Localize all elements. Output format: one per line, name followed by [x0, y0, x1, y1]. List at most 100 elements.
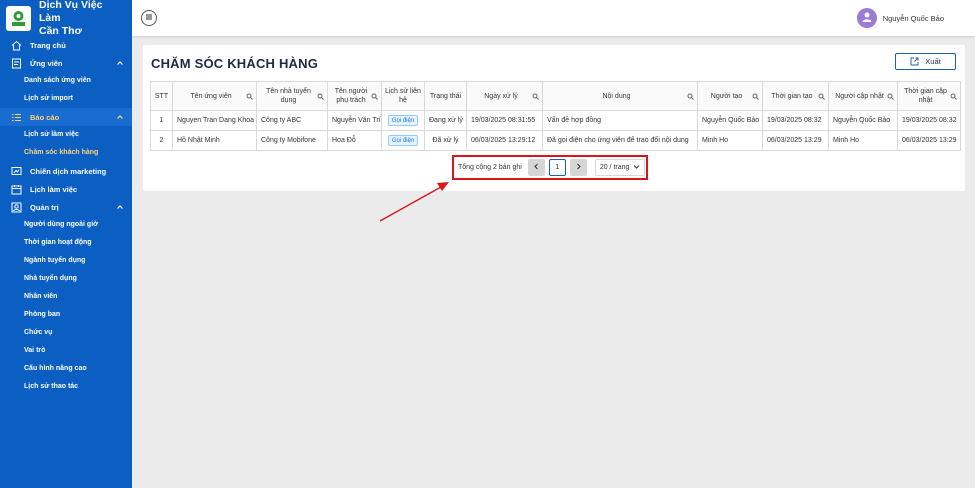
customer-care-table: STT Tên ứng viên Tên nhà tuyển dụng Tên …	[150, 81, 961, 151]
sidebar-item-reports[interactable]: Báo cáo	[0, 108, 132, 126]
column-header-content[interactable]: Nội dung	[542, 81, 698, 111]
column-header-process-date[interactable]: Ngày xử lý	[466, 81, 543, 111]
chevron-down-icon	[633, 163, 640, 172]
brand-title-line1: Dịch Vụ Việc Làm	[39, 0, 103, 24]
column-header-label: Nội dung	[602, 92, 631, 100]
user-menu[interactable]: Nguyễn Quốc Bảo	[856, 8, 944, 28]
sidebar-subitem-roles[interactable]: Vai trò	[0, 342, 132, 360]
chevron-up-icon	[116, 59, 124, 67]
chevron-up-icon	[116, 113, 124, 121]
column-header-candidate[interactable]: Tên ứng viên	[172, 81, 257, 111]
column-header-employer[interactable]: Tên nhà tuyển dụng	[256, 81, 328, 111]
sidebar-item-label: Trang chủ	[30, 40, 66, 50]
cell-employer: Công ty ABC	[256, 110, 328, 131]
search-icon[interactable]	[687, 93, 694, 100]
chevron-right-icon	[575, 163, 582, 172]
sidebar-subitem-after-hours-users[interactable]: Người dùng ngoài giờ	[0, 216, 132, 234]
sidebar-subitem-advanced-config[interactable]: Cấu hình nâng cao	[0, 360, 132, 378]
sidebar-subitem-industries[interactable]: Ngành tuyển dụng	[0, 252, 132, 270]
sidebar-item-label: Lịch làm việc	[30, 184, 78, 194]
top-header: Nguyễn Quốc Bảo	[132, 0, 975, 36]
sidebar-item-label: Chiến dịch marketing	[30, 166, 107, 176]
sidebar-subitem-candidate-list[interactable]: Danh sách ứng viên	[0, 72, 132, 90]
chevron-left-icon	[533, 163, 540, 172]
cell-status: Đã xử lý	[424, 130, 467, 151]
sidebar-nav: Trang chủ Ứng viên Danh sách ứng viên Lị…	[0, 36, 132, 396]
page-number-button[interactable]: 1	[548, 158, 566, 176]
column-header-status: Trạng thái	[424, 81, 467, 111]
column-header-updated-time[interactable]: Thời gian cập nhật	[897, 81, 961, 111]
column-header-label: Tên ứng viên	[190, 92, 232, 100]
next-page-button[interactable]	[569, 158, 587, 176]
document-user-icon	[10, 57, 22, 69]
table-row[interactable]: 2 Hồ Nhật Minh Công ty Mobifone Hoa Đỗ G…	[150, 130, 961, 151]
column-header-label: Trạng thái	[429, 92, 462, 100]
sidebar: Dịch Vụ Việc Làm Cần Thơ Trang chủ Ứng v…	[0, 0, 132, 488]
column-header-label: STT	[154, 92, 169, 100]
brand[interactable]: Dịch Vụ Việc Làm Cần Thơ	[0, 0, 132, 38]
column-header-created-time[interactable]: Thời gian tạo	[762, 81, 829, 111]
sidebar-subitem-action-history[interactable]: Lịch sử thao tác	[0, 378, 132, 396]
search-icon[interactable]	[752, 93, 759, 100]
export-label: Xuất	[925, 57, 941, 66]
cell-candidate: Hồ Nhật Minh	[172, 130, 257, 151]
prev-page-button[interactable]	[527, 158, 545, 176]
sidebar-subitem-employers[interactable]: Nhà tuyển dụng	[0, 270, 132, 288]
search-icon[interactable]	[818, 93, 825, 100]
list-icon	[10, 111, 22, 123]
cell-updated-time: 19/03/2025 08:32	[897, 110, 961, 131]
search-icon[interactable]	[950, 93, 957, 100]
cell-updater: Nguyễn Quốc Bảo	[828, 110, 898, 131]
home-icon	[10, 39, 22, 51]
calendar-icon	[10, 183, 22, 195]
avatar	[856, 8, 877, 28]
sidebar-subitem-positions[interactable]: Chức vụ	[0, 324, 132, 342]
sidebar-item-marketing[interactable]: Chiến dịch marketing	[0, 162, 132, 180]
sidebar-subitem-import-history[interactable]: Lịch sử import	[0, 90, 132, 108]
sidebar-subitem-staff[interactable]: Nhân viên	[0, 288, 132, 306]
column-header-creator[interactable]: Người tạo	[697, 81, 763, 111]
export-button[interactable]: Xuất	[895, 53, 956, 70]
sidebar-item-admin[interactable]: Quản trị	[0, 198, 132, 216]
pagination: Tổng cộng 2 bản ghi 1 20 / trang	[458, 158, 645, 176]
column-header-label: Ngày xử lý	[484, 92, 518, 100]
search-icon[interactable]	[371, 93, 378, 100]
cell-employer: Công ty Mobifone	[256, 130, 328, 151]
admin-icon	[10, 201, 22, 213]
call-tag[interactable]: Gọi điện	[387, 115, 419, 126]
column-header-label: Tên nhà tuyển dụng	[266, 88, 311, 104]
brand-title: Dịch Vụ Việc Làm Cần Thơ	[39, 0, 126, 38]
sidebar-subitem-active-hours[interactable]: Thời gian hoạt động	[0, 234, 132, 252]
cell-candidate: Nguyen Tran Dang Khoa	[172, 110, 257, 131]
column-header-owner[interactable]: Tên người phụ trách	[327, 81, 382, 111]
cell-stt: 2	[150, 130, 173, 151]
cell-content: Vấn đề hợp đồng	[542, 110, 698, 131]
sidebar-item-label: Ứng viên	[30, 58, 63, 68]
page-size-value: 20 / trang	[599, 163, 630, 171]
user-name: Nguyễn Quốc Bảo	[882, 13, 944, 23]
sidebar-item-schedule[interactable]: Lịch làm việc	[0, 180, 132, 198]
logo	[6, 5, 31, 31]
column-header-label: Người tạo	[710, 92, 743, 100]
sidebar-item-home[interactable]: Trang chủ	[0, 36, 132, 54]
sidebar-subitem-customer-care[interactable]: Chăm sóc khách hàng	[0, 144, 132, 162]
cell-contact-history: Gọi điện	[381, 130, 425, 151]
search-icon[interactable]	[887, 93, 894, 100]
call-tag[interactable]: Gọi điện	[387, 135, 419, 146]
column-header-updater[interactable]: Người cập nhật	[828, 81, 898, 111]
column-header-label: Thời gian tạo	[771, 92, 813, 100]
search-icon[interactable]	[317, 93, 324, 100]
table-row[interactable]: 1 Nguyen Tran Dang Khoa Công ty ABC Nguy…	[150, 110, 961, 131]
campaign-icon	[10, 165, 22, 177]
pagination-total: Tổng cộng 2 bản ghi	[458, 163, 522, 171]
column-header-label: Người cập nhật	[835, 92, 884, 100]
search-icon[interactable]	[246, 93, 253, 100]
cell-updated-time: 06/03/2025 13:29	[897, 130, 961, 151]
search-icon[interactable]	[532, 93, 539, 100]
sidebar-subitem-work-history[interactable]: Lịch sử làm việc	[0, 126, 132, 144]
sidebar-item-candidates[interactable]: Ứng viên	[0, 54, 132, 72]
page-size-select[interactable]: 20 / trang	[594, 158, 645, 176]
sidebar-subitem-departments[interactable]: Phòng ban	[0, 306, 132, 324]
cell-status: Đang xử lý	[424, 110, 467, 131]
menu-toggle-button[interactable]	[141, 10, 157, 26]
